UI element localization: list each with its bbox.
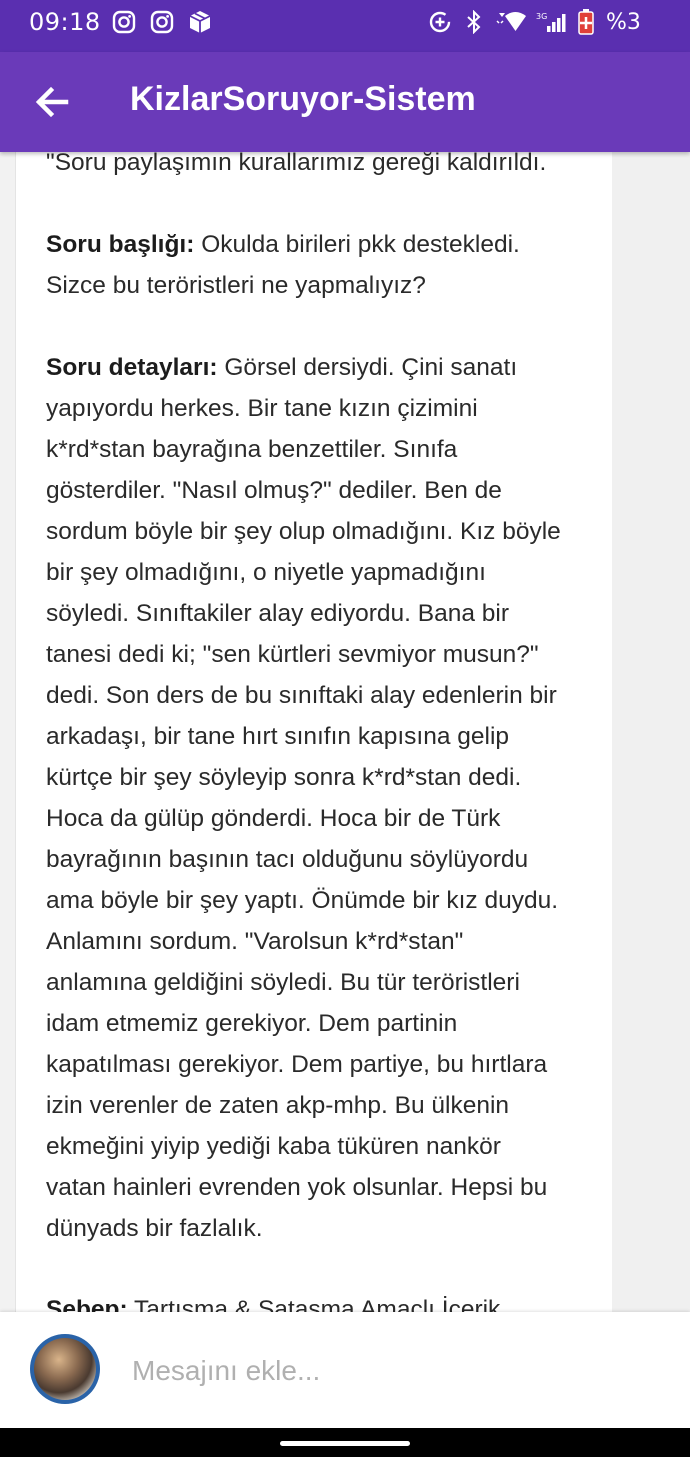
battery-low-icon [578, 9, 594, 35]
question-title-label: Soru başlığı: [46, 231, 195, 258]
data-saver-icon [429, 11, 451, 33]
signal-3g-icon: 3G [536, 12, 566, 32]
navigation-bar [0, 1428, 690, 1457]
right-gutter [612, 152, 690, 1312]
wifi-icon [496, 12, 526, 31]
removal-reason-label: Sebep: [46, 1296, 128, 1312]
avatar[interactable] [30, 1334, 100, 1404]
bluetooth-icon [467, 10, 481, 34]
removal-notice: "Soru paylaşımın kurallarımız gereği kal… [46, 152, 547, 176]
svg-text:3G: 3G [536, 12, 547, 21]
message-composer [0, 1312, 690, 1428]
app-bar: KizlarSoruyor-Sistem [0, 52, 690, 152]
notification-icons [112, 10, 212, 34]
removal-reason: Sebep: Tartışma & Sataşma Amaçlı İçerik [46, 1289, 566, 1312]
question-details: Soru detayları: Görsel dersiydi. Çini sa… [46, 347, 566, 1249]
question-title: Soru başlığı: Okulda birileri pkk destek… [46, 224, 566, 306]
instagram-icon [112, 10, 136, 34]
arrow-back-icon[interactable] [30, 78, 74, 126]
battery-percentage: %3 [606, 9, 641, 35]
avatar-image [34, 1338, 96, 1400]
message-card: "Soru paylaşımın kurallarımız gereği kal… [15, 152, 614, 1312]
status-time: 09:18 [29, 8, 101, 36]
instagram-icon [150, 10, 174, 34]
message-scroll-area[interactable]: "Soru paylaşımın kurallarımız gereği kal… [0, 152, 690, 1312]
removal-reason-text: Tartışma & Sataşma Amaçlı İçerik [127, 1296, 501, 1312]
question-details-text: Görsel dersiydi. Çini sanatı yapıyordu h… [46, 354, 561, 1242]
message-input[interactable] [130, 1348, 634, 1394]
system-icons: 3G %3 [428, 9, 641, 35]
page-title: KizlarSoruyor-Sistem [130, 80, 476, 118]
question-details-label: Soru detayları: [46, 354, 218, 381]
package-icon [189, 11, 211, 33]
status-bar: 09:18 3G %3 [0, 0, 690, 52]
home-indicator[interactable] [280, 1441, 410, 1446]
